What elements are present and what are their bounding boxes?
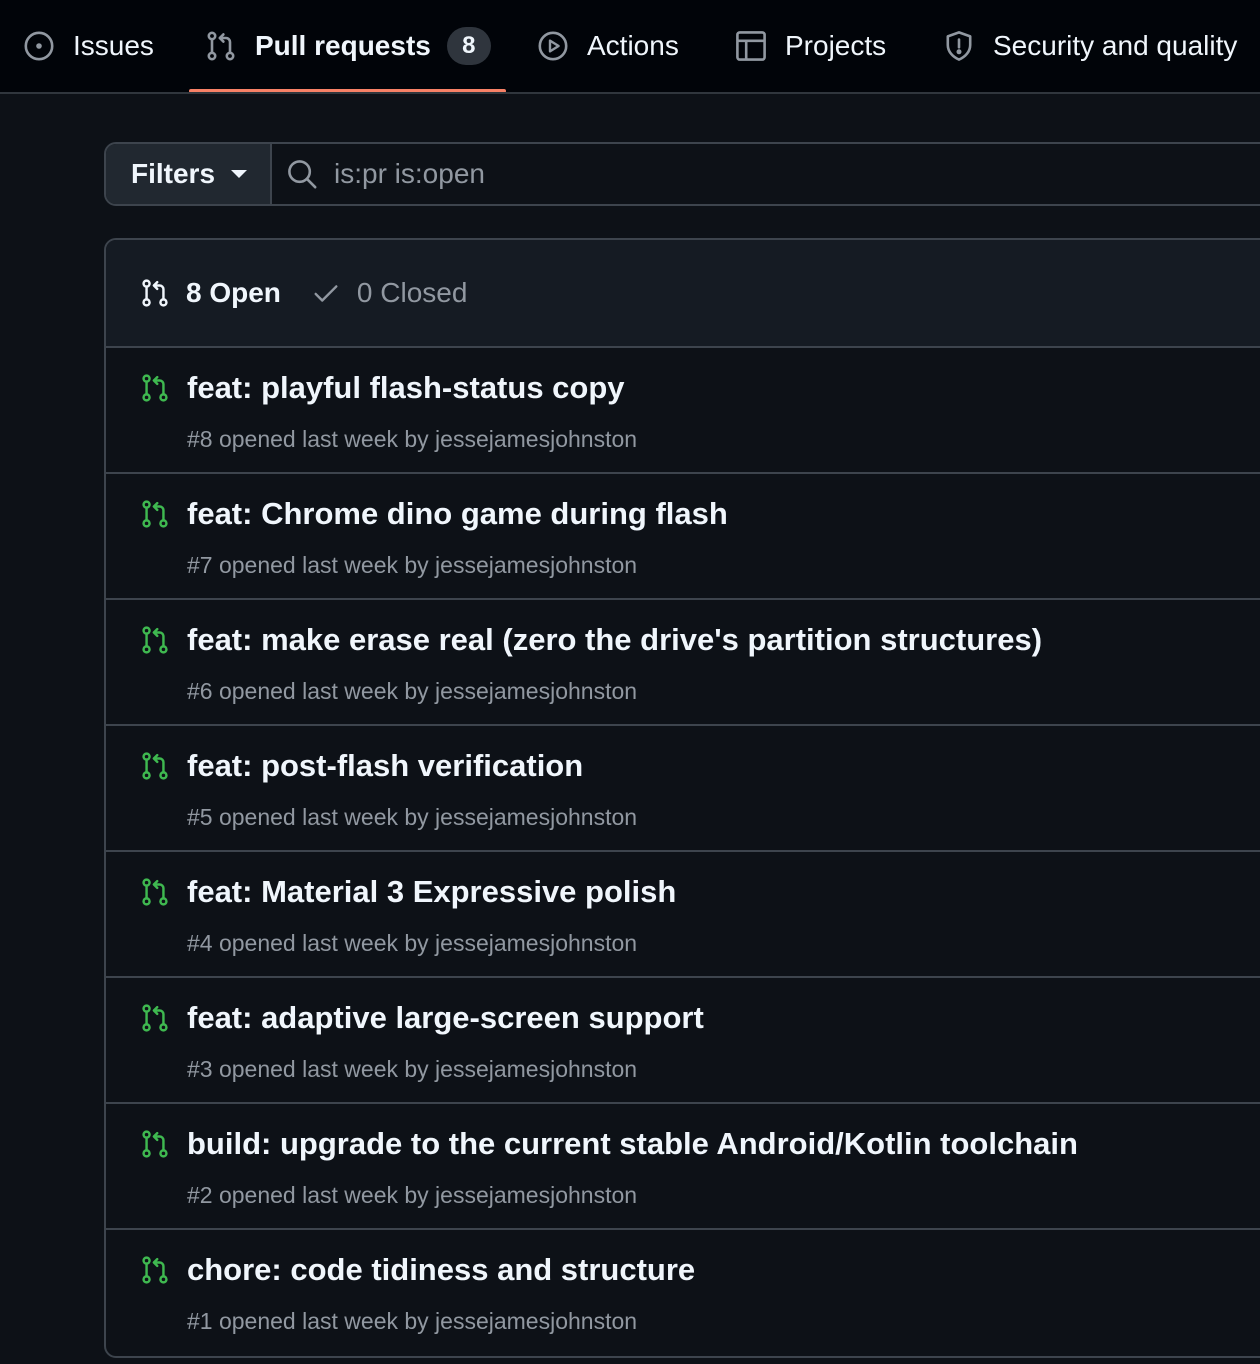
pull-request-meta: #1 opened last week by jessejamesjohnsto… [187,1308,638,1334]
pull-request-meta: #2 opened last week by jessejamesjohnsto… [187,1182,638,1208]
pull-request-list-header: 8 Open 0 Closed [106,240,1260,348]
git-pull-request-icon [205,30,237,62]
tab-pull-requests[interactable]: Pull requests 8 [205,0,491,92]
git-pull-request-icon [140,277,170,309]
active-tab-underline [189,89,506,92]
pull-request-meta: #3 opened last week by jessejamesjohnsto… [187,1056,638,1082]
play-icon [537,30,569,62]
pull-requests-counter: 8 [446,27,491,65]
git-pull-request-open-icon [140,1128,170,1160]
filter-bar: Filters [104,142,1260,206]
git-pull-request-open-icon [140,624,170,656]
tab-projects[interactable]: Projects [735,0,886,92]
pull-request-meta: #4 opened last week by jessejamesjohnsto… [187,930,638,956]
pull-request-title-link[interactable]: feat: Chrome dino game during flash [187,496,728,532]
git-pull-request-open-icon [140,372,170,404]
pull-request-meta: #6 opened last week by jessejamesjohnsto… [187,678,638,704]
pull-request-title-link[interactable]: feat: playful flash-status copy [187,370,625,406]
tab-security-and-quality[interactable]: Security and quality [943,0,1237,92]
tab-issues[interactable]: Issues [23,0,154,92]
tab-actions[interactable]: Actions [537,0,679,92]
tab-pull-requests-label: Pull requests [255,30,431,61]
pull-request-title-link[interactable]: feat: Material 3 Expressive polish [187,874,676,910]
caret-down-icon [231,170,248,178]
open-count-label: 8 Open [186,277,281,308]
open-filter-toggle[interactable]: 8 Open [140,277,281,309]
tab-actions-label: Actions [587,30,679,61]
shield-icon [943,30,975,62]
pull-request-meta: #5 opened last week by jessejamesjohnsto… [187,804,638,830]
pull-request-row[interactable]: build: upgrade to the current stable And… [106,1104,1260,1230]
pull-request-row[interactable]: feat: Material 3 Expressive polish #4 op… [106,852,1260,978]
pull-request-title-link[interactable]: feat: make erase real (zero the drive's … [187,622,1042,658]
search-icon [286,158,318,190]
git-pull-request-open-icon [140,876,170,908]
filters-button-label: Filters [131,158,216,189]
pull-request-row[interactable]: feat: adaptive large-screen support #3 o… [106,978,1260,1104]
pull-request-row[interactable]: feat: post-flash verification #5 opened … [106,726,1260,852]
pull-request-title-link[interactable]: feat: adaptive large-screen support [187,1000,704,1036]
tab-security-label: Security and quality [993,30,1238,61]
issue-opened-icon [23,30,55,62]
pull-request-row[interactable]: feat: playful flash-status copy #8 opene… [106,348,1260,474]
git-pull-request-open-icon [140,498,170,530]
pull-request-rows: feat: playful flash-status copy #8 opene… [106,348,1260,1356]
pull-request-title-link[interactable]: build: upgrade to the current stable And… [187,1126,1078,1162]
pull-request-meta: #7 opened last week by jessejamesjohnsto… [187,552,638,578]
pull-request-row[interactable]: feat: Chrome dino game during flash #7 o… [106,474,1260,600]
pull-request-row[interactable]: feat: make erase real (zero the drive's … [106,600,1260,726]
closed-count-label: 0 Closed [356,277,468,308]
git-pull-request-open-icon [140,750,170,782]
pull-request-list: 8 Open 0 Closed feat: playful flash-stat… [104,238,1260,1358]
closed-filter-toggle[interactable]: 0 Closed [311,277,468,309]
search-area [272,144,1260,204]
filters-button[interactable]: Filters [106,144,272,204]
git-pull-request-open-icon [140,1254,170,1286]
tab-projects-label: Projects [785,30,887,61]
pull-request-title-link[interactable]: feat: post-flash verification [187,748,583,784]
pull-request-title-link[interactable]: chore: code tidiness and structure [187,1252,695,1288]
git-pull-request-open-icon [140,1002,170,1034]
table-icon [735,30,767,62]
search-input[interactable] [334,158,1260,190]
tab-issues-label: Issues [73,30,154,61]
pull-request-row[interactable]: chore: code tidiness and structure #1 op… [106,1230,1260,1356]
check-icon [311,278,341,308]
repo-navigation: Issues Pull requests 8 Actions Projects … [0,0,1260,94]
pull-request-meta: #8 opened last week by jessejamesjohnsto… [187,426,638,452]
